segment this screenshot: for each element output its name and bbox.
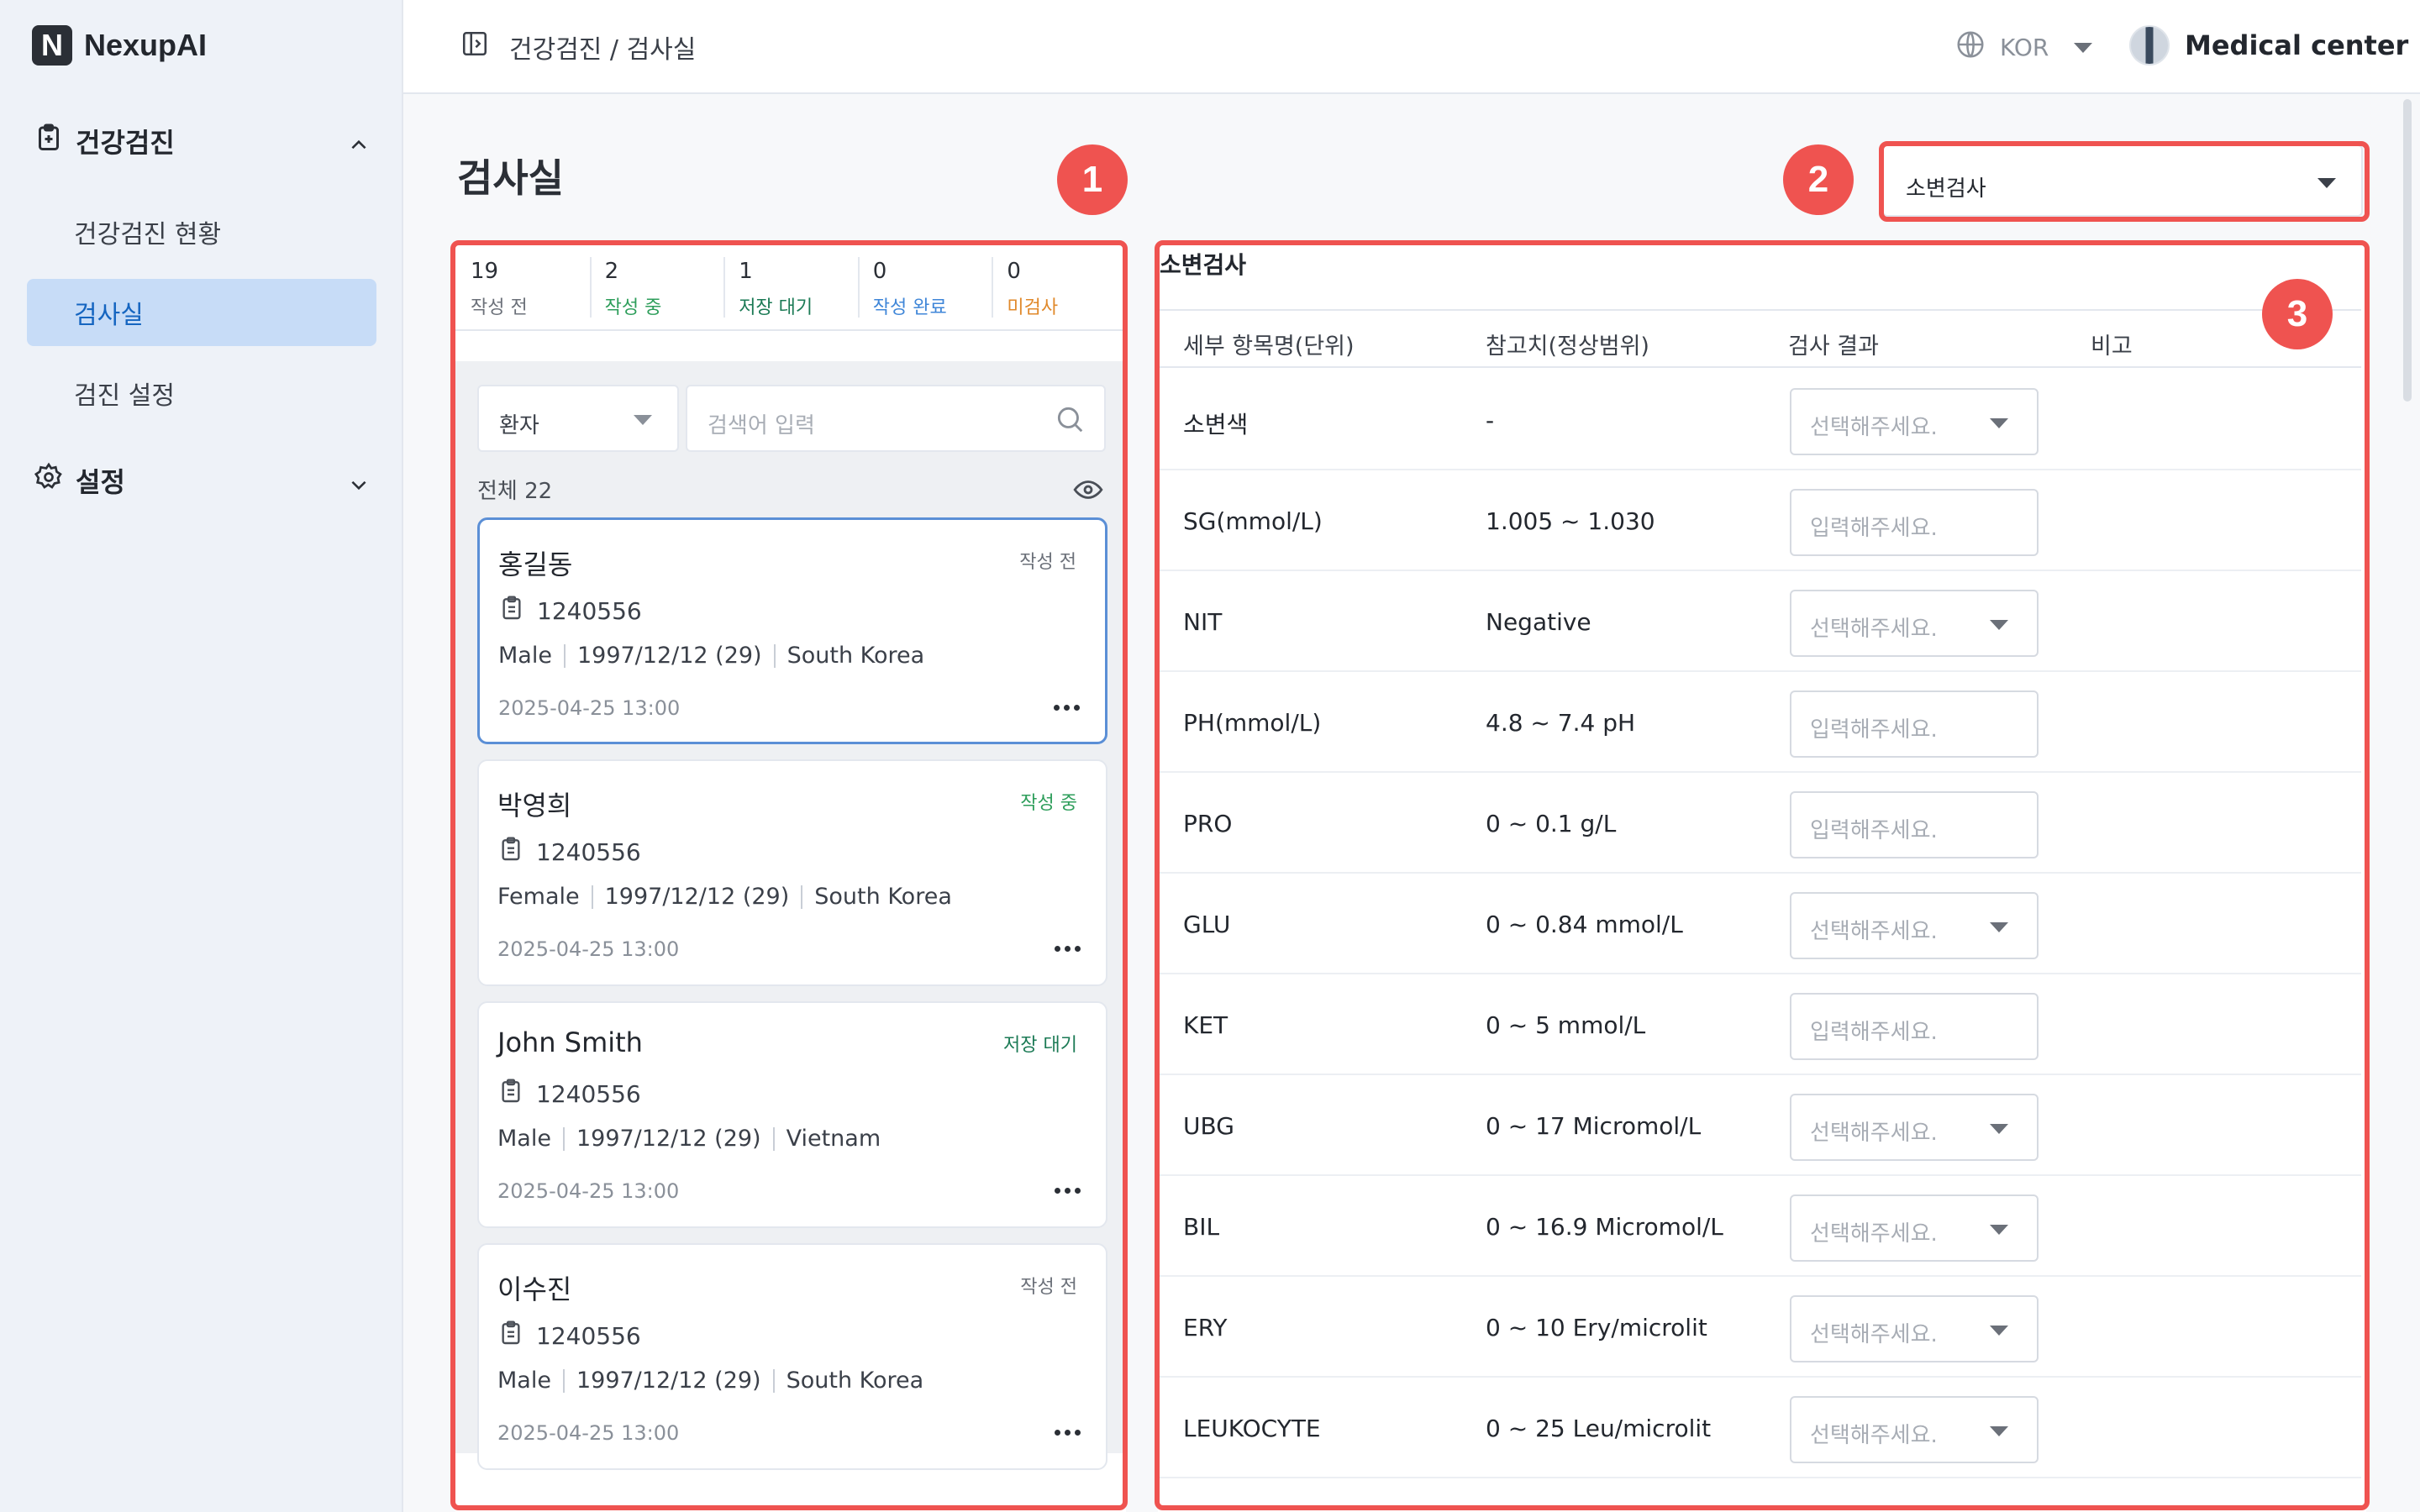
page-scrollbar[interactable]: [2403, 99, 2412, 402]
page-title: 검사실: [457, 155, 564, 201]
app-logo[interactable]: N NexupAI: [32, 25, 207, 66]
annotation-marker-1: 1: [1057, 144, 1128, 215]
chevron-down-icon[interactable]: [348, 470, 370, 502]
sidebar: N NexupAI 건강검진 건강검진 현황 검사실 검진 설정 설정: [0, 0, 403, 1512]
logo-mark-icon: N: [32, 25, 72, 66]
annotation-marker-3: 3: [2262, 279, 2333, 349]
annotation-box-2: [1879, 141, 2370, 222]
language-label: KOR: [2000, 34, 2049, 61]
breadcrumb-text[interactable]: 건강검진 / 검사실: [509, 29, 696, 66]
caret-down-icon: [2074, 42, 2093, 53]
sidebar-group-checkup[interactable]: 건강검진: [34, 116, 370, 166]
annotation-box-1: [450, 240, 1128, 1510]
sidebar-item-checkup-settings[interactable]: 검진 설정: [27, 360, 376, 427]
top-bar: 건강검진 / 검사실 KOR Medical center: [403, 0, 2420, 94]
sidebar-group-settings[interactable]: 설정: [34, 455, 370, 506]
gear-icon: [34, 462, 64, 499]
avatar: [2129, 25, 2170, 66]
language-selector[interactable]: KOR: [1954, 29, 2093, 66]
annotation-marker-2: 2: [1783, 144, 1854, 215]
user-menu[interactable]: Medical center: [2129, 25, 2408, 66]
annotation-box-3: [1155, 240, 2370, 1510]
sidebar-group-label: 건강검진: [76, 127, 175, 159]
globe-icon: [1954, 29, 1986, 66]
user-name: Medical center: [2185, 29, 2409, 61]
breadcrumb: 건강검진 / 검사실: [460, 29, 696, 66]
sidebar-toggle-icon[interactable]: [460, 29, 489, 65]
sidebar-group-label: 설정: [76, 466, 125, 498]
app-name: NexupAI: [84, 28, 208, 62]
chevron-up-icon[interactable]: [348, 131, 370, 163]
clipboard-plus-icon: [34, 123, 64, 160]
sidebar-item-exam-room[interactable]: 검사실: [27, 279, 376, 346]
sidebar-item-checkup-status[interactable]: 건강검진 현황: [27, 198, 376, 265]
